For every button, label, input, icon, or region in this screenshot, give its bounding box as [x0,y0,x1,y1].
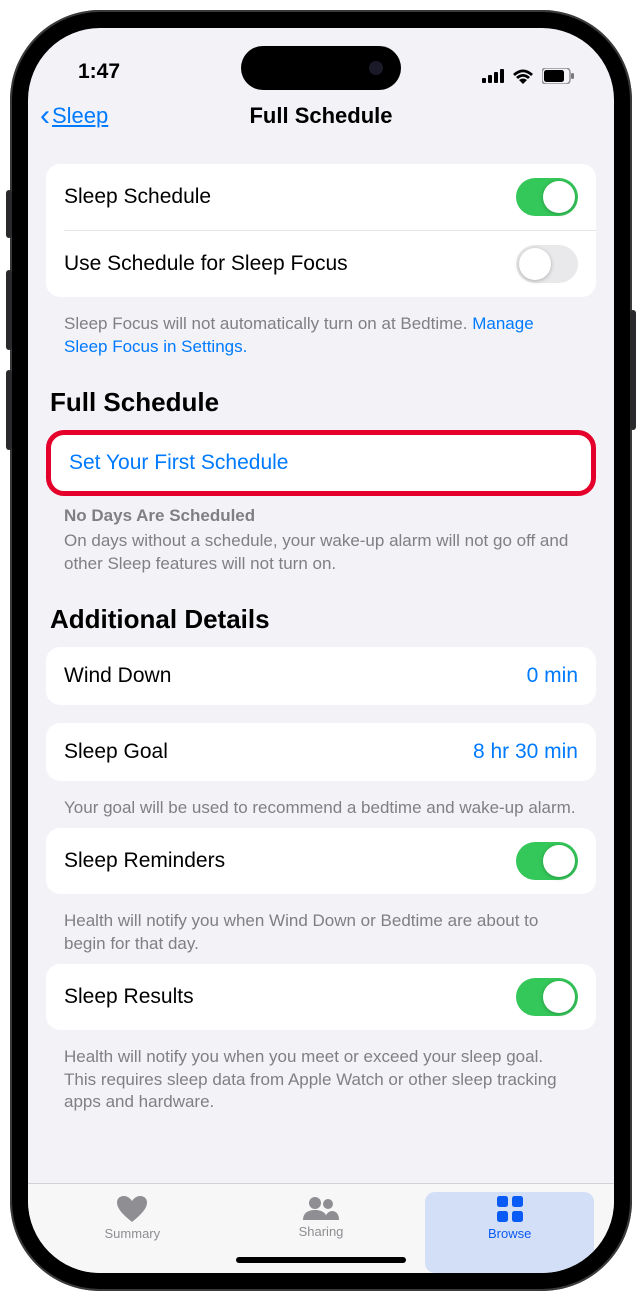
sleep-schedule-row: Sleep Schedule [46,164,596,230]
chevron-left-icon: ‹ [40,99,50,133]
sleep-reminders-toggle[interactable] [516,842,578,880]
dynamic-island [241,46,401,90]
grid-icon [497,1196,523,1222]
wifi-icon [512,68,534,84]
tab-sharing-label: Sharing [299,1224,344,1239]
tab-browse[interactable]: Browse [425,1192,594,1273]
no-days-title: No Days Are Scheduled [46,496,596,528]
set-first-schedule-card[interactable]: Set Your First Schedule [46,430,596,496]
sleep-results-footer: Health will notify you when you meet or … [46,1038,596,1135]
tab-summary[interactable]: Summary [48,1192,217,1273]
sleep-schedule-toggle[interactable] [516,178,578,216]
page-title: Full Schedule [249,103,392,129]
status-time: 1:47 [78,60,120,84]
cellular-icon [482,69,504,83]
sleep-reminders-footer: Health will notify you when Wind Down or… [46,902,596,956]
people-icon [303,1196,339,1220]
no-days-body: On days without a schedule, your wake-up… [46,528,596,576]
sleep-schedule-label: Sleep Schedule [64,185,211,209]
wind-down-card[interactable]: Wind Down 0 min [46,647,596,705]
battery-icon [542,68,574,84]
wind-down-label: Wind Down [64,664,171,688]
tab-browse-label: Browse [488,1226,531,1241]
sleep-goal-footer: Your goal will be used to recommend a be… [46,789,596,820]
additional-details-header: Additional Details [46,576,596,647]
sleep-results-toggle[interactable] [516,978,578,1016]
wind-down-value: 0 min [527,664,578,688]
set-first-schedule-link[interactable]: Set Your First Schedule [69,451,288,474]
heart-icon [117,1196,147,1222]
tab-summary-label: Summary [105,1226,161,1241]
schedule-settings-card: Sleep Schedule Use Schedule for Sleep Fo… [46,164,596,297]
sleep-reminders-card: Sleep Reminders [46,828,596,894]
nav-bar: ‹ Sleep Full Schedule [28,88,614,144]
back-button[interactable]: ‹ Sleep [40,99,108,133]
sleep-goal-value: 8 hr 30 min [473,740,578,764]
back-label: Sleep [52,103,108,129]
use-for-focus-label: Use Schedule for Sleep Focus [64,252,348,276]
sleep-results-label: Sleep Results [64,985,194,1009]
sleep-goal-label: Sleep Goal [64,740,168,764]
home-indicator[interactable] [236,1257,406,1263]
sleep-results-card: Sleep Results [46,964,596,1030]
sleep-goal-card[interactable]: Sleep Goal 8 hr 30 min [46,723,596,781]
full-schedule-header: Full Schedule [46,359,596,430]
use-for-focus-row: Use Schedule for Sleep Focus [46,231,596,297]
sleep-reminders-label: Sleep Reminders [64,849,225,873]
use-for-focus-toggle[interactable] [516,245,578,283]
focus-footer: Sleep Focus will not automatically turn … [46,305,596,359]
content-scroll[interactable]: Sleep Schedule Use Schedule for Sleep Fo… [28,144,614,1183]
